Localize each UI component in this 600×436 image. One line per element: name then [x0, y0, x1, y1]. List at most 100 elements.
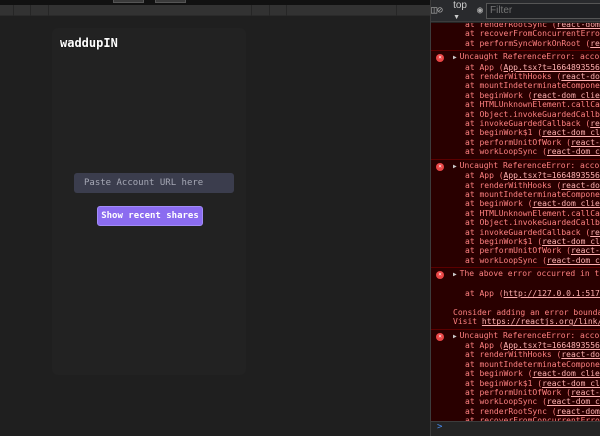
source-link[interactable]: App.tsx?t=1664893556191: [504, 63, 600, 72]
stack-frame-text: at App ( [465, 288, 504, 298]
expand-triangle-icon[interactable]: ▶ [453, 163, 457, 170]
error-icon: × [436, 332, 444, 341]
error-text: The above error occurred in the <Ap [459, 269, 600, 279]
stack-frame: at performSyncWorkOnRoot (react- [431, 39, 600, 48]
source-link[interactable]: react-dom_client.j [532, 369, 600, 378]
stack-frame: at performUnitOfWork (react-dom_ [431, 388, 600, 397]
console-filter-input[interactable] [486, 2, 600, 19]
stack-frame: at App (App.tsx?t=1664893556191: [431, 171, 600, 180]
stack-frame: at performUnitOfWork (react-dom_ [431, 246, 600, 255]
error-message[interactable]: ▶Uncaught ReferenceError: accountURL [431, 331, 600, 341]
stack-frame: at mountIndeterminateComponent ( [431, 81, 600, 90]
browser-toolbar [0, 5, 430, 16]
console-error-entry[interactable]: ×▶Uncaught ReferenceError: accountURLat … [431, 329, 600, 421]
source-link[interactable]: react-dom_clien [547, 397, 600, 406]
stack-frame-text: at recoverFromConcurrentError ( [465, 29, 600, 39]
app-title: waddupIN [60, 36, 118, 50]
stack-frame: at renderWithHooks (react-dom_cl [431, 181, 600, 190]
stack-frame-text: at mountIndeterminateComponent ( [465, 81, 600, 91]
source-link[interactable]: https://reactjs.org/link/error [482, 317, 600, 326]
stack-frame: at workLoopSync (react-dom_clien [431, 256, 600, 265]
console-error-entry[interactable]: ×▶Uncaught ReferenceError: accountURLat … [431, 51, 600, 160]
context-selector[interactable]: top ▼ [453, 0, 467, 22]
source-link[interactable]: react-dom_ [571, 246, 600, 255]
prompt-chevron-icon: > [437, 422, 443, 432]
stack-frame-text: at beginWork ( [465, 369, 533, 379]
source-link[interactable]: react-dom_client [542, 237, 600, 246]
console-prompt[interactable]: > [431, 421, 600, 436]
stack-frame-text: at App ( [465, 341, 504, 350]
stack-frame-text: at beginWork$1 ( [465, 128, 543, 138]
stack-frame-text: at beginWork$1 ( [465, 236, 543, 246]
stack-frame-text: Visit [453, 317, 482, 327]
source-link[interactable]: http://127.0.0.1:5173/sr [504, 289, 600, 298]
source-link[interactable]: react- [590, 119, 600, 128]
error-icon: × [436, 162, 444, 171]
source-link[interactable]: react-dom_cl [561, 181, 600, 190]
stack-frame: Consider adding an error boundary to [431, 308, 600, 317]
context-label: top [453, 0, 467, 11]
stack-frame: at performUnitOfWork (react-dom_ [431, 138, 600, 147]
devtools-panel: ◫ ⊘ top ▼ ◉ at renderRootSync (react-dom… [430, 0, 600, 436]
source-link[interactable]: App.tsx?t=1664893556191: [504, 171, 600, 180]
console-error-entry[interactable]: ×▶The above error occurred in the <Ap at… [431, 268, 600, 330]
stack-frame-text [465, 280, 470, 289]
source-link[interactable]: react-dom_cli [557, 23, 600, 29]
source-link[interactable]: react-dom_clien [547, 256, 600, 265]
clear-console-icon[interactable]: ⊘ [437, 5, 443, 16]
stack-frame: at recoverFromConcurrentError (r [431, 29, 600, 38]
stack-frame: at workLoopSync (react-dom_clien [431, 397, 600, 406]
console-toolbar: ◫ ⊘ top ▼ ◉ [431, 0, 600, 22]
stack-frame-text: at performUnitOfWork ( [465, 137, 571, 147]
source-link[interactable]: react-dom_clien [547, 147, 600, 156]
account-url-input[interactable] [74, 173, 234, 193]
console-error-entry[interactable]: ×▶Uncaught ReferenceError: accountURLat … [431, 159, 600, 269]
stack-frame: at beginWork$1 (react-dom_client [431, 379, 600, 388]
stack-frame-text: at performUnitOfWork ( [465, 246, 571, 256]
stack-frame: at App (http://127.0.0.1:5173/sr [431, 289, 600, 298]
source-link[interactable]: react-dom_ [571, 138, 600, 147]
app-card: waddupIN Show recent shares [52, 28, 246, 375]
stack-frame-text: at mountIndeterminateComponent ( [465, 359, 600, 369]
source-link[interactable]: react-dom_client [542, 379, 600, 388]
stack-frame: at Object.invokeGuardedCallbackD [431, 218, 600, 227]
console-error-entry[interactable]: at renderRootSync (react-dom_cliat recov… [431, 23, 600, 52]
source-link[interactable]: react-dom_client.j [532, 199, 600, 208]
source-link[interactable]: react-dom_cl [561, 350, 600, 359]
error-message[interactable]: ▶The above error occurred in the <Ap [431, 269, 600, 279]
stack-frame-text: at renderWithHooks ( [465, 72, 562, 82]
stack-frame-text: at HTMLUnknownElement.callCallbac [465, 208, 600, 218]
stack-frame-text: at renderWithHooks ( [465, 180, 562, 190]
stack-frame: Visit https://reactjs.org/link/error [431, 317, 600, 326]
source-link[interactable]: react- [590, 39, 600, 48]
stack-frame: at beginWork$1 (react-dom_client [431, 237, 600, 246]
error-message[interactable]: ▶Uncaught ReferenceError: accountURL [431, 52, 600, 62]
show-recent-shares-button[interactable]: Show recent shares [97, 206, 203, 226]
source-link[interactable]: react-dom_cli [557, 407, 600, 416]
source-link[interactable]: react- [590, 228, 600, 237]
window-tab[interactable] [113, 0, 144, 3]
expand-triangle-icon[interactable]: ▶ [453, 54, 457, 61]
source-link[interactable]: react-dom_ [571, 388, 600, 397]
stack-frame-text: at invokeGuardedCallback ( [465, 119, 591, 129]
stack-frame-text: at performUnitOfWork ( [465, 388, 571, 398]
stack-frame: at workLoopSync (react-dom_clien [431, 147, 600, 156]
error-message[interactable]: ▶Uncaught ReferenceError: accountURL [431, 161, 600, 171]
app-viewport: waddupIN Show recent shares [0, 16, 430, 436]
eye-icon[interactable]: ◉ [477, 5, 483, 16]
source-link[interactable]: react-dom_cl [561, 72, 600, 81]
source-link[interactable]: App.tsx?t=1664893556191: [504, 341, 600, 350]
window-tab[interactable] [155, 0, 186, 3]
console-log[interactable]: at renderRootSync (react-dom_cli at recov… [431, 23, 600, 421]
expand-triangle-icon[interactable]: ▶ [453, 333, 457, 340]
stack-frame: at HTMLUnknownElement.callCallbac [431, 209, 600, 218]
stack-frame: at renderRootSync (react-dom_cli [431, 407, 600, 416]
stack-frame: at invokeGuardedCallback (react- [431, 119, 600, 128]
stack-frame-text: at performSyncWorkOnRoot ( [465, 38, 591, 48]
expand-triangle-icon[interactable]: ▶ [453, 271, 457, 278]
chevron-down-icon: ▼ [453, 13, 460, 21]
stack-frame: at App (App.tsx?t=1664893556191: [431, 341, 600, 350]
source-link[interactable]: react-dom_client [542, 128, 600, 137]
stack-frame: at beginWork$1 (react-dom_client [431, 128, 600, 137]
source-link[interactable]: react-dom_client.j [532, 91, 600, 100]
